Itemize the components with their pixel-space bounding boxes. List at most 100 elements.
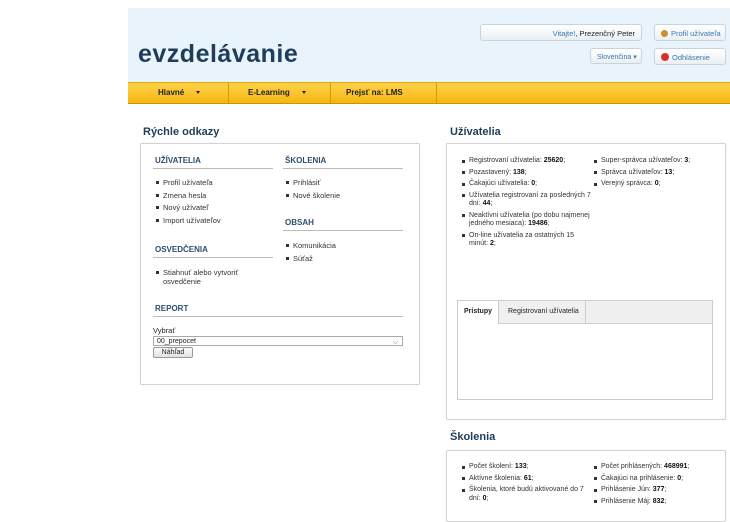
report-select-label: Vybrať: [153, 326, 176, 335]
divider: [153, 168, 273, 169]
stat-label: Počet prihlásených:: [601, 463, 663, 470]
stat-enrollment-june: Prihlásenie Jún: 377;: [593, 486, 723, 495]
stat-value: 138: [512, 168, 525, 176]
user-icon: [661, 30, 668, 37]
stat-value: 13: [664, 168, 673, 176]
profile-button[interactable]: Profil užívateľa: [654, 24, 726, 41]
profile-button-label: Profil užívateľa: [671, 29, 721, 38]
divider: [153, 257, 273, 258]
link-new-user[interactable]: Nový užívateľ: [155, 203, 221, 212]
stat-suspended: Pozastavený: 138;: [461, 169, 591, 178]
link-enroll[interactable]: Prihlásiť: [285, 178, 340, 187]
report-select[interactable]: 00_prepocet ⌵: [153, 336, 403, 346]
nav-item-elearning[interactable]: E-Learning: [248, 88, 306, 97]
stat-enrollment-may: Prihlásenie Máj: 832;: [593, 498, 723, 507]
logout-button-label: Odhlásenie: [672, 53, 710, 62]
stat-waiting-enrollment: Čakajúci na prihlásenie: 0;: [593, 475, 723, 484]
stat-value: 377: [652, 486, 665, 493]
stat-enrolled-count: Počet prihlásených: 468991;: [593, 463, 723, 472]
preview-button[interactable]: Náhľad: [153, 347, 193, 358]
stat-registered-7days: Užívatelia registrovaní za posledných 7 …: [461, 192, 591, 209]
tab-accesses[interactable]: Prístupy: [458, 301, 500, 324]
link-profile[interactable]: Profil užívateľa: [155, 178, 221, 187]
trainings-links-list: Prihlásiť Nové školenie: [285, 178, 340, 203]
nav-divider: [436, 83, 437, 103]
stat-label: Prihlásenie Máj:: [601, 497, 651, 505]
chevron-down-icon: ▾: [633, 54, 637, 61]
language-dropdown[interactable]: Slovenčina ▾: [590, 48, 642, 64]
chevron-down-icon: ⌵: [392, 339, 398, 346]
stat-label: Pozastavený:: [469, 168, 512, 176]
content-heading: OBSAH: [285, 218, 314, 227]
divider: [283, 168, 403, 169]
stat-value: 0: [531, 180, 536, 187]
site-logo[interactable]: evzdelávanie: [138, 40, 298, 69]
language-label: Slovenčina: [597, 54, 632, 61]
nav-item-lms[interactable]: Prejsť na: LMS: [346, 88, 403, 97]
stat-label: Čakajúci na prihlásenie:: [601, 474, 676, 482]
welcome-greeting: Vitajte!: [552, 29, 576, 38]
content-links-list: Komunikácia Súťaž: [285, 241, 336, 266]
divider: [153, 316, 403, 317]
trainings-stats-right: Počet prihlásených: 468991; Čakajúci na …: [593, 463, 723, 509]
link-new-training[interactable]: Nové školenie: [285, 191, 340, 200]
certificates-links-list: Stiahnuť alebo vytvoriť osvedčenie: [155, 268, 273, 290]
trainings-panel-title: Školenia: [450, 431, 496, 443]
stat-value: 3: [684, 157, 689, 164]
stat-value: 25620: [543, 157, 564, 164]
stat-label: On-line užívatelia za ostatných 15 minút…: [469, 231, 575, 248]
stat-online-users: On-line užívatelia za ostatných 15 minút…: [461, 232, 591, 249]
stat-label: Čakajúci užívatelia:: [469, 180, 530, 187]
divider: [283, 230, 403, 231]
nav-item-elearning-label: E-Learning: [248, 88, 290, 97]
stat-value: 468991: [664, 463, 688, 470]
stat-value: 0: [482, 494, 487, 502]
stat-user-admins: Správca užívateľov: 13;: [593, 169, 723, 178]
tab-registered-users[interactable]: Registrovaní užívatelia: [502, 301, 586, 323]
stat-label: Super-správca užívateľov:: [601, 157, 683, 164]
nav-item-main-label: Hlavné: [158, 88, 185, 97]
stat-registered-users: Registrovaní užívatelia: 25620;: [461, 157, 591, 166]
stat-value: 0: [677, 474, 682, 482]
stat-waiting-users: Čakajúci užívatelia: 0;: [461, 180, 591, 189]
caret-down-icon: [301, 91, 306, 94]
quick-links-title: Rýchle odkazy: [143, 126, 220, 138]
stat-value: 19486: [528, 220, 548, 227]
stat-label: Prihlásenie Jún:: [601, 486, 651, 493]
users-stats-right: Super-správca užívateľov: 3; Správca uží…: [593, 157, 723, 192]
report-heading: REPORT: [155, 304, 189, 313]
stat-label: Počet školení:: [469, 463, 513, 470]
welcome-box: Vitajte!, Prezenčný Peter: [480, 24, 642, 41]
certificates-heading: OSVEDČENIA: [155, 245, 208, 254]
link-change-password[interactable]: Zmena hesla: [155, 191, 221, 200]
stat-inactive-users: Neaktívni užívatelia (po dobu najmenej j…: [461, 212, 591, 229]
stat-label: Verejný správca:: [601, 180, 653, 187]
link-import-users[interactable]: Import užívateľov: [155, 216, 221, 225]
trainings-stats-left: Počet školení: 133; Aktívne školenia: 61…: [461, 463, 589, 506]
stat-value: 0: [654, 180, 659, 187]
logout-button[interactable]: Odhlásenie: [654, 48, 726, 65]
main-navbar: Hlavné E-Learning Prejsť na: LMS: [128, 82, 730, 104]
users-links-heading: UŽÍVATELIA: [155, 156, 201, 165]
users-stats-left: Registrovaní užívatelia: 25620; Pozastav…: [461, 157, 591, 252]
stat-upcoming-trainings: Školenia, ktoré budú aktivované do 7 dní…: [461, 486, 589, 503]
stat-value: 832: [652, 497, 665, 505]
stat-label: Aktívne školenia:: [469, 474, 522, 482]
users-panel-title: Užívatelia: [450, 126, 501, 138]
stat-value: 2: [490, 240, 494, 247]
link-certificate[interactable]: Stiahnuť alebo vytvoriť osvedčenie: [155, 268, 273, 286]
power-icon: [661, 53, 669, 61]
tab-strip: Prístupy Registrovaní užívatelia: [458, 301, 712, 324]
stat-active-trainings: Aktívne školenia: 61;: [461, 475, 589, 484]
stat-public-admins: Verejný správca: 0;: [593, 180, 723, 189]
users-links-list: Profil užívateľa Zmena hesla Nový užívat…: [155, 178, 221, 228]
link-competition[interactable]: Súťaž: [285, 254, 336, 263]
report-select-value: 00_prepocet: [157, 338, 196, 345]
trainings-links-heading: ŠKOLENIA: [285, 156, 327, 165]
link-communication[interactable]: Komunikácia: [285, 241, 336, 250]
stat-super-admins: Super-správca užívateľov: 3;: [593, 157, 723, 166]
stat-value: 133: [514, 463, 527, 470]
nav-item-main[interactable]: Hlavné: [158, 88, 201, 97]
welcome-user-name: Prezenčný Peter: [579, 29, 635, 38]
nav-divider: [330, 83, 331, 103]
